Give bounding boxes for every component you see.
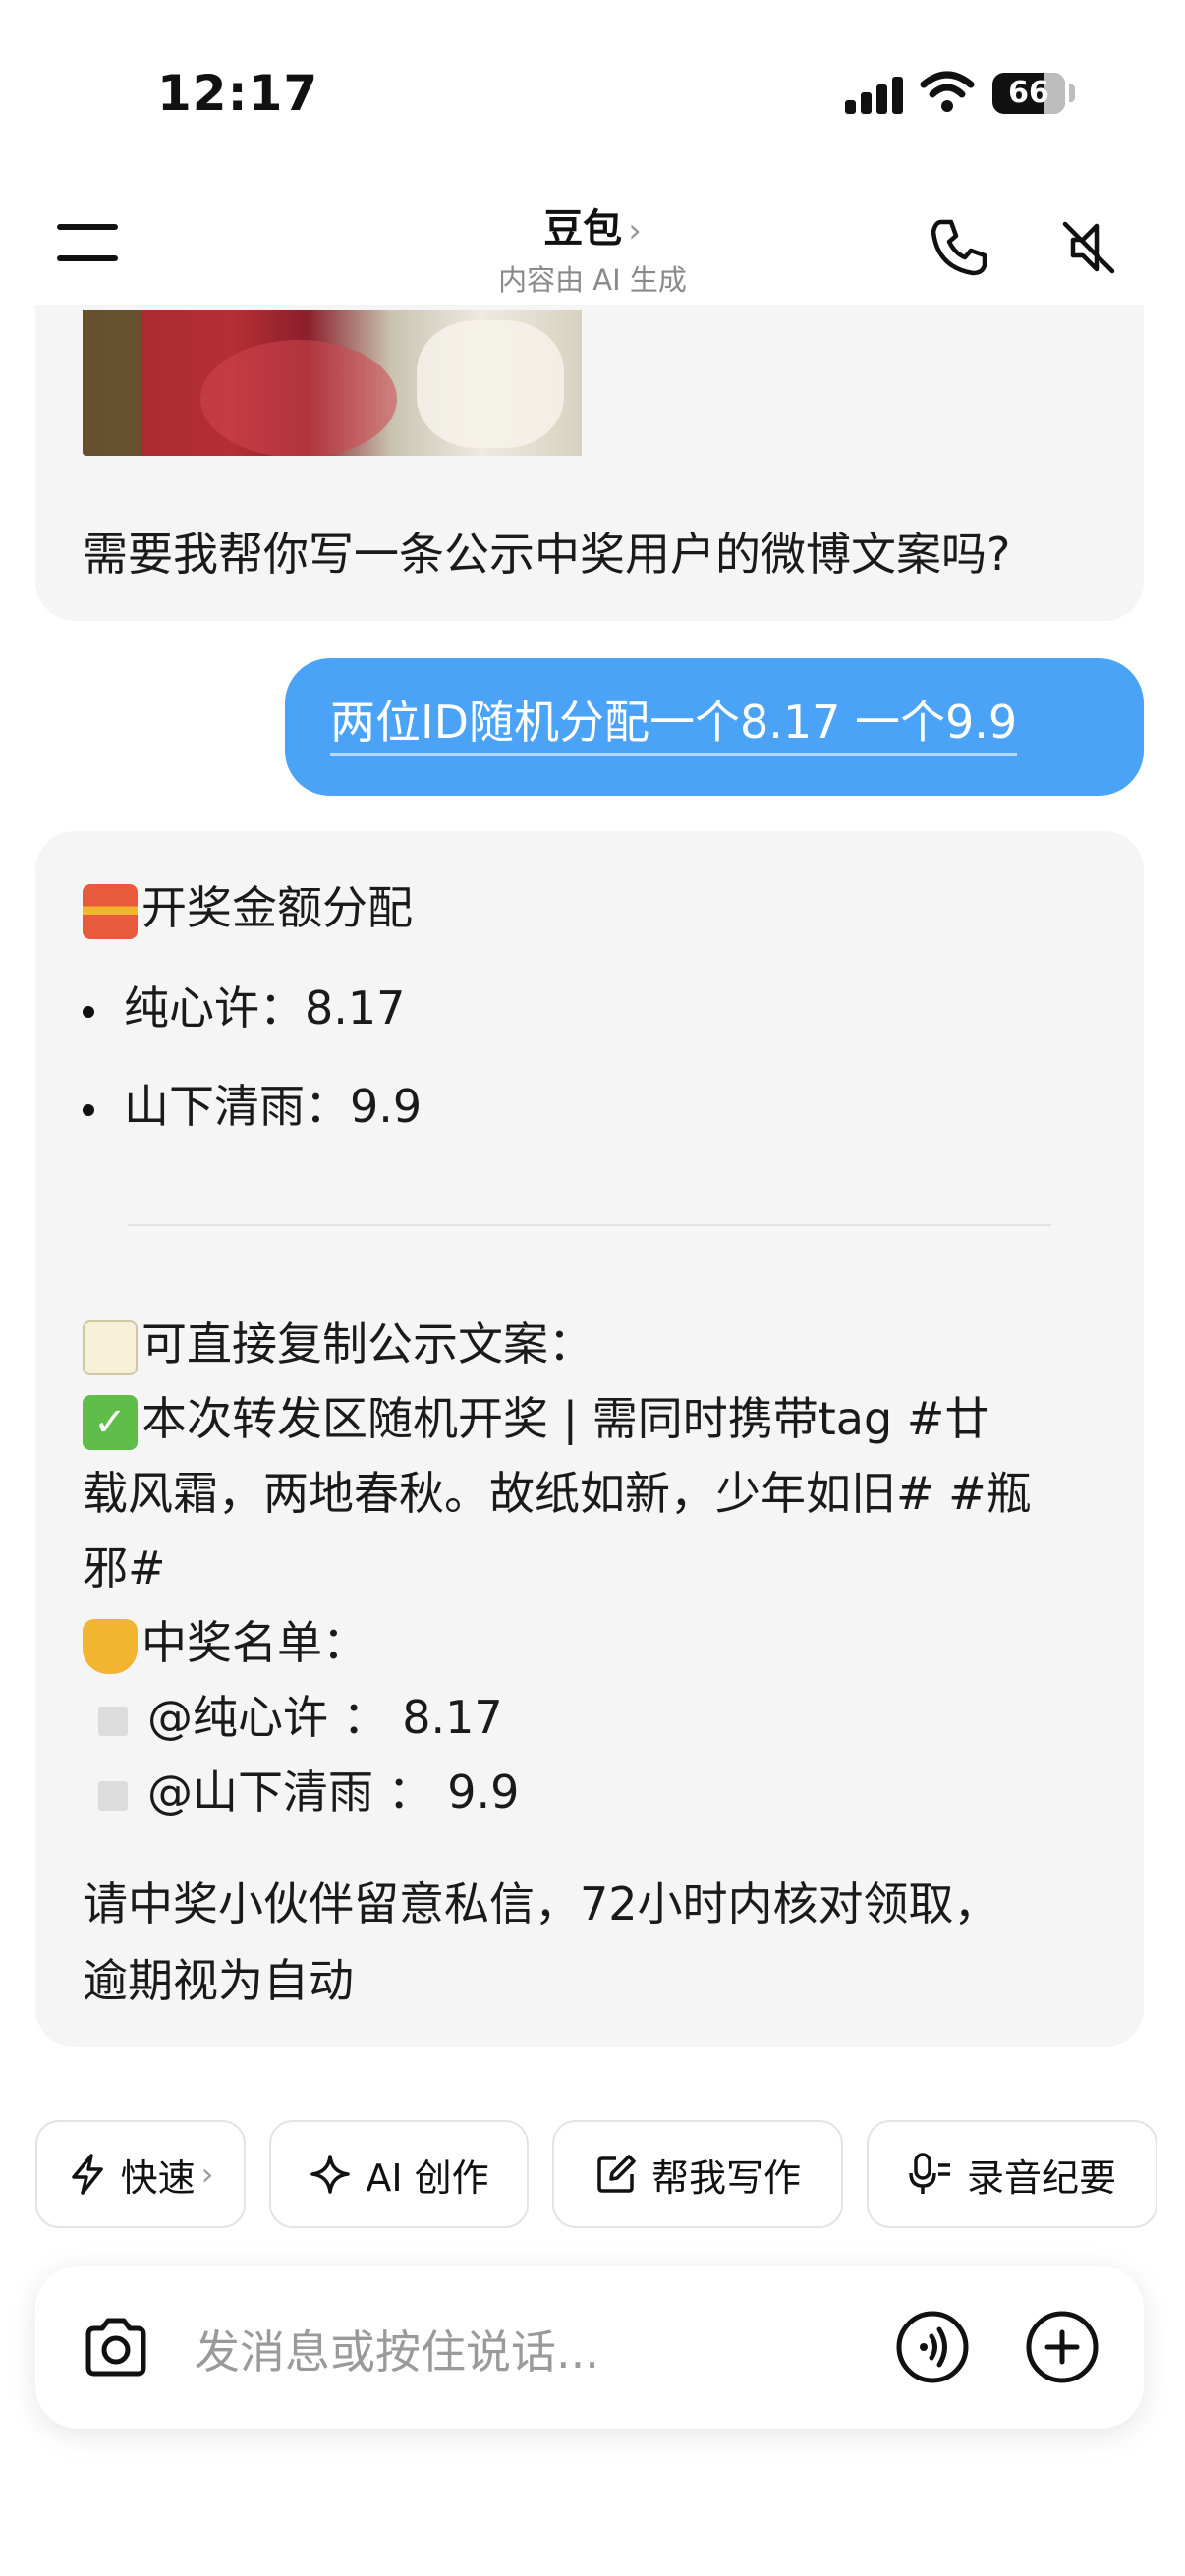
plus-icon[interactable] <box>1024 2309 1100 2389</box>
prize-heading: 开奖金额分配 <box>83 872 413 939</box>
quick-mode-button[interactable]: 快速 › <box>35 2120 246 2228</box>
help-write-button[interactable]: 帮我写作 <box>552 2120 843 2228</box>
battery-level: 66 <box>1008 76 1049 110</box>
chat-title[interactable]: 豆包 › <box>0 196 1185 253</box>
square-icon <box>98 1780 128 1811</box>
cellular-signal-icon <box>845 75 904 114</box>
footer-text: 逾期视为自动 <box>83 1954 354 2007</box>
bot-message: 开奖金额分配 纯心许：8.17 山下清雨：9.9 可直接复制公示文案： ✓ 本次转… <box>35 831 1144 2047</box>
sparkle-icon <box>309 2153 352 2196</box>
copy-line: ✓ 本次转发区随机开奖 | 需同时携带tag #廿 <box>83 1383 989 1450</box>
bot-message-text: 需要我帮你写一条公示中奖用户的微博文案吗? <box>83 528 1011 581</box>
status-bar: 12:17 66 <box>0 0 1185 177</box>
trophy-icon <box>83 1618 138 1674</box>
winner-item: @纯心许 ： 8.17 <box>83 1682 503 1747</box>
footer-text: 请中奖小伙伴留意私信，72小时内核对领取， <box>83 1877 999 1931</box>
chevron-right-icon: › <box>628 211 642 251</box>
lightning-icon <box>68 2153 107 2196</box>
status-time: 12:17 <box>157 65 319 122</box>
edit-icon <box>594 2153 638 2196</box>
chat-header: 豆包 › 内容由 AI 生成 <box>0 177 1185 305</box>
battery-icon: 66 <box>992 73 1065 114</box>
check-icon: ✓ <box>83 1394 138 1450</box>
memo-icon <box>83 1319 138 1375</box>
message-input-bar: 发消息或按住说话... <box>35 2266 1144 2429</box>
winner-item: @山下清雨 ： 9.9 <box>83 1757 519 1821</box>
chevron-right-icon: › <box>200 2156 214 2193</box>
message-image[interactable] <box>83 310 582 456</box>
voice-call-icon[interactable] <box>894 2309 971 2389</box>
list-item: 纯心许：8.17 <box>83 973 405 1037</box>
wifi-icon <box>920 71 975 118</box>
divider <box>128 1224 1051 1226</box>
copy-line: 载风霜，两地春秋。故纸如新，少年如旧# #瓶 <box>83 1467 1032 1520</box>
camera-icon[interactable] <box>81 2313 151 2387</box>
user-message: 两位ID随机分配一个8.17 一个9.9 <box>285 658 1144 796</box>
message-input[interactable]: 发消息或按住说话... <box>195 2317 599 2381</box>
list-item: 山下清雨：9.9 <box>83 1071 422 1136</box>
speaker-mute-icon[interactable] <box>1057 216 1120 283</box>
bot-name: 豆包 <box>543 206 623 252</box>
copy-line: 邪# <box>83 1541 166 1595</box>
ai-create-button[interactable]: AI 创作 <box>269 2120 529 2228</box>
user-message-text: 两位ID随机分配一个8.17 一个9.9 <box>330 694 1018 756</box>
square-icon <box>98 1706 128 1736</box>
winners-title: 中奖名单： <box>83 1607 367 1674</box>
microphone-icon <box>908 2152 953 2197</box>
recording-summary-button[interactable]: 录音纪要 <box>867 2120 1157 2228</box>
copy-title: 可直接复制公示文案： <box>83 1309 593 1375</box>
gift-icon <box>83 883 138 939</box>
ai-disclaimer: 内容由 AI 生成 <box>498 263 687 297</box>
phone-icon[interactable] <box>928 216 990 283</box>
